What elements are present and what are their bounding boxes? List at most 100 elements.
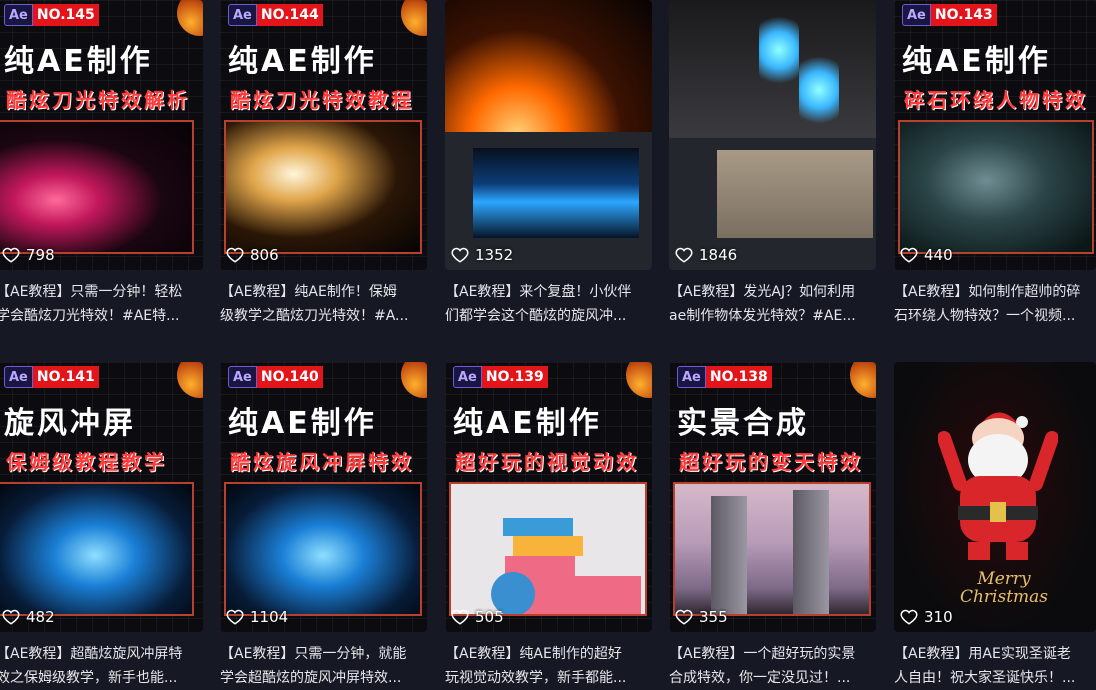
santa-illustration xyxy=(938,412,1058,560)
cover-subheadline: 保姆级教程教学 xyxy=(6,450,167,474)
like-count: 1104 xyxy=(226,608,288,626)
episode-badge: Ae NO.138 xyxy=(677,366,772,388)
decor-orb xyxy=(401,362,427,398)
episode-badge: Ae NO.143 xyxy=(902,4,997,26)
video-thumbnail[interactable]: 1352 xyxy=(445,0,652,270)
video-title[interactable]: 【AE教程】一个超好玩的实景 合成特效，你一定没见过！... xyxy=(669,642,876,690)
like-count-value: 798 xyxy=(26,246,55,264)
like-count: 798 xyxy=(2,246,55,264)
like-count-value: 1846 xyxy=(699,246,738,264)
episode-badge: Ae NO.140 xyxy=(228,366,323,388)
episode-badge: Ae NO.144 xyxy=(228,4,323,26)
decor-orb xyxy=(850,362,876,398)
like-count: 806 xyxy=(226,246,279,264)
like-count-value: 1352 xyxy=(475,246,514,264)
video-card[interactable]: Merry Christmas 310 【AE教程】用AE实现圣诞老 人自由！祝… xyxy=(894,362,1096,690)
cover-headline: 纯AE制作 xyxy=(228,406,377,441)
ae-logo: Ae xyxy=(228,366,257,388)
cover-headline: 纯AE制作 xyxy=(4,44,153,79)
video-title[interactable]: 【AE教程】纯AE制作！保姆 级教学之酷炫刀光特效！#A... xyxy=(220,280,427,328)
episode-number: NO.145 xyxy=(32,4,99,26)
editor-preview xyxy=(473,148,639,238)
video-card[interactable]: 1352 【AE教程】来个复盘！小伙伴 们都学会这个酷炫的旋风冲... xyxy=(445,0,652,328)
video-card[interactable]: Ae NO.144 纯AE制作 酷炫刀光特效教程 806 【AE教程】纯AE制作… xyxy=(220,0,427,328)
like-count: 482 xyxy=(2,608,55,626)
video-thumbnail[interactable]: Ae NO.138 实景合成 超好玩的变天特效 355 xyxy=(669,362,876,632)
heart-icon xyxy=(2,609,20,625)
episode-number: NO.138 xyxy=(705,366,772,388)
editor-preview xyxy=(717,150,873,238)
like-count: 1846 xyxy=(675,246,737,264)
cover-subheadline: 酷炫刀光特效解析 xyxy=(6,88,190,112)
video-title[interactable]: 【AE教程】只需一分钟！轻松 学会酷炫刀光特效！#AE特... xyxy=(0,280,203,328)
episode-number: NO.140 xyxy=(256,366,323,388)
video-thumbnail[interactable]: Ae NO.140 纯AE制作 酷炫旋风冲屏特效 1104 xyxy=(220,362,427,632)
like-count: 355 xyxy=(675,608,728,626)
episode-number: NO.144 xyxy=(256,4,323,26)
video-title[interactable]: 【AE教程】发光AJ？如何利用 ae制作物体发光特效？#AE... xyxy=(669,280,876,328)
decor-orb xyxy=(401,0,427,36)
episode-badge: Ae NO.139 xyxy=(453,366,548,388)
video-title[interactable]: 【AE教程】如何制作超帅的碎 石环绕人物特效？一个视频... xyxy=(894,280,1096,328)
cover-headline: 纯AE制作 xyxy=(228,44,377,79)
preview-frame xyxy=(0,482,194,616)
decor-orb xyxy=(177,0,203,36)
preview-frame xyxy=(224,482,422,616)
like-count-value: 310 xyxy=(924,608,953,626)
episode-number: NO.143 xyxy=(930,4,997,26)
video-thumbnail[interactable]: Ae NO.141 旋风冲屏 保姆级教程教学 482 xyxy=(0,362,203,632)
cover-headline: 纯AE制作 xyxy=(453,406,602,441)
preview-frame xyxy=(898,120,1094,254)
video-thumbnail[interactable]: Ae NO.144 纯AE制作 酷炫刀光特效教程 806 xyxy=(220,0,427,270)
video-card[interactable]: Ae NO.140 纯AE制作 酷炫旋风冲屏特效 1104 【AE教程】只需一分… xyxy=(220,362,427,690)
heart-icon xyxy=(451,247,469,263)
video-title[interactable]: 【AE教程】用AE实现圣诞老 人自由！祝大家圣诞快乐！... xyxy=(894,642,1096,690)
block-yellow xyxy=(513,536,583,556)
video-thumbnail[interactable]: Merry Christmas 310 xyxy=(894,362,1096,632)
like-count: 440 xyxy=(900,246,953,264)
cover-subheadline: 超好玩的变天特效 xyxy=(679,450,863,474)
video-title[interactable]: 【AE教程】超酷炫旋风冲屏特 效之保姆级教学，新手也能... xyxy=(0,642,203,690)
video-card[interactable]: Ae NO.138 实景合成 超好玩的变天特效 355 【AE教程】一个超好玩的… xyxy=(669,362,876,690)
preview-frame xyxy=(0,120,194,254)
like-count-value: 440 xyxy=(924,246,953,264)
episode-number: NO.139 xyxy=(481,366,548,388)
video-card[interactable]: Ae NO.143 纯AE制作 碎石环绕人物特效 440 【AE教程】如何制作超… xyxy=(894,0,1096,328)
ae-logo: Ae xyxy=(228,4,257,26)
heart-icon xyxy=(675,247,693,263)
episode-badge: Ae NO.145 xyxy=(4,4,99,26)
video-card[interactable]: Ae NO.141 旋风冲屏 保姆级教程教学 482 【AE教程】超酷炫旋风冲屏… xyxy=(0,362,203,690)
cover-headline: 实景合成 xyxy=(677,406,809,441)
video-title[interactable]: 【AE教程】来个复盘！小伙伴 们都学会这个酷炫的旋风冲... xyxy=(445,280,652,328)
heart-icon xyxy=(451,609,469,625)
video-card[interactable]: Ae NO.145 纯AE制作 酷炫刀光特效解析 798 【AE教程】只需一分钟… xyxy=(0,0,203,328)
video-thumbnail[interactable]: Ae NO.145 纯AE制作 酷炫刀光特效解析 798 xyxy=(0,0,203,270)
cover-subheadline: 碎石环绕人物特效 xyxy=(904,88,1088,112)
episode-badge: Ae NO.141 xyxy=(4,366,99,388)
decor-orb xyxy=(626,362,652,398)
ae-logo: Ae xyxy=(677,366,706,388)
cover-subheadline: 酷炫刀光特效教程 xyxy=(230,88,414,112)
christmas-overlay-text: Merry Christmas xyxy=(959,569,1049,607)
video-thumbnail[interactable]: 1846 xyxy=(669,0,876,270)
like-count-value: 482 xyxy=(26,608,55,626)
video-title[interactable]: 【AE教程】纯AE制作的超好 玩视觉动效教学，新手都能... xyxy=(445,642,652,690)
like-count-value: 355 xyxy=(699,608,728,626)
cover-subheadline: 超好玩的视觉动效 xyxy=(455,450,639,474)
preview-frame xyxy=(449,482,647,616)
cover-headline: 纯AE制作 xyxy=(902,44,1051,79)
heart-icon xyxy=(226,609,244,625)
video-thumbnail[interactable]: Ae NO.143 纯AE制作 碎石环绕人物特效 440 xyxy=(894,0,1096,270)
cover-subheadline: 酷炫旋风冲屏特效 xyxy=(230,450,414,474)
episode-number: NO.141 xyxy=(32,366,99,388)
video-thumbnail[interactable]: Ae NO.139 纯AE制作 超好玩的视觉动效 505 xyxy=(445,362,652,632)
like-count-value: 1104 xyxy=(250,608,289,626)
video-card[interactable]: Ae NO.139 纯AE制作 超好玩的视觉动效 505 【AE教程】纯AE制作… xyxy=(445,362,652,690)
like-count-value: 505 xyxy=(475,608,504,626)
like-count-value: 806 xyxy=(250,246,279,264)
heart-icon xyxy=(2,247,20,263)
heart-icon xyxy=(900,609,918,625)
like-count: 310 xyxy=(900,608,953,626)
video-title[interactable]: 【AE教程】只需一分钟，就能 学会超酷炫的旋风冲屏特效... xyxy=(220,642,427,690)
video-card[interactable]: 1846 【AE教程】发光AJ？如何利用 ae制作物体发光特效？#AE... xyxy=(669,0,876,328)
